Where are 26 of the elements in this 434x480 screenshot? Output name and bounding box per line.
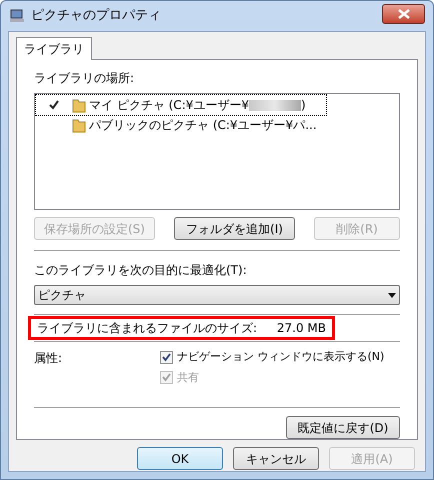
location-path: パブリックのピクチャ (C:¥ユーザー¥パ... xyxy=(89,117,317,134)
locations-label: ライブラリの場所: xyxy=(34,70,136,87)
button[interactable]: 既定値に戻す(D) xyxy=(286,416,400,440)
window-title: ピクチャのプロパティ xyxy=(31,7,161,26)
size-label: ライブラリに含まれるファイルのサイズ: xyxy=(37,320,258,338)
checkbox[interactable] xyxy=(160,350,173,364)
list-item[interactable]: マイ ピクチャ (C:¥ユーザー¥ ) xyxy=(36,95,326,115)
button[interactable]: OK xyxy=(137,447,223,470)
computer-icon xyxy=(9,8,25,24)
list-item[interactable]: パブリックのピクチャ (C:¥ユーザー¥パ... xyxy=(36,115,326,135)
size-value: 27.0 MB xyxy=(276,320,326,338)
check-icon xyxy=(49,100,59,110)
folder-icon xyxy=(72,118,86,132)
attributes-label: 属性: xyxy=(34,350,64,368)
close-button[interactable] xyxy=(382,4,425,24)
optimize-label: このライブラリを次の目的に最適化(T): xyxy=(34,262,248,280)
tab[interactable]: ライブラリ xyxy=(16,37,92,60)
checkbox-option[interactable]: ナビゲーション ウィンドウに表示する(N) xyxy=(160,349,384,366)
close-icon xyxy=(398,9,410,19)
folder-icon xyxy=(72,98,86,112)
location-path: マイ ピクチャ (C:¥ユーザー¥ xyxy=(89,97,250,114)
optimize-dropdown[interactable]: ピクチャ xyxy=(34,285,400,306)
location-path-end: ) xyxy=(301,97,306,114)
button[interactable]: フォルダを追加(I) xyxy=(174,217,295,240)
button[interactable]: キャンセル xyxy=(233,447,319,470)
dropdown-arrow-icon xyxy=(388,292,396,298)
